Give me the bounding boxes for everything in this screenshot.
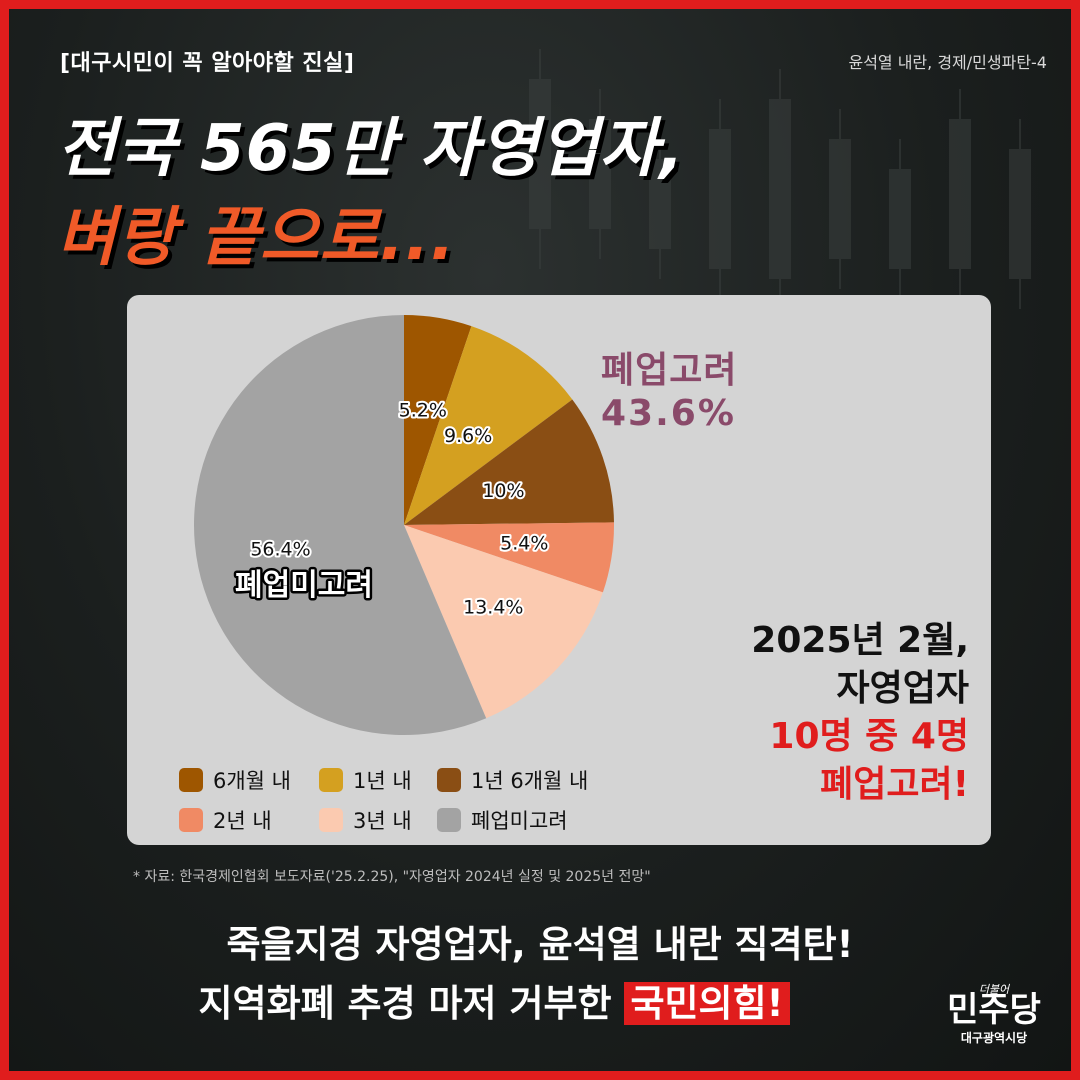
pie-data-label: 56.4% — [250, 539, 310, 561]
legend-swatch — [319, 768, 343, 792]
pie-data-label: 13.4% — [463, 596, 523, 618]
callout-value: 43.6% — [601, 393, 736, 434]
summary-line-2: 자영업자 — [836, 668, 969, 709]
pie-data-label: 9.6% — [444, 425, 492, 447]
pie-data-label: 5.2% — [399, 400, 447, 422]
legend-label: 1년 6개월 내 — [471, 769, 589, 793]
legend-label: 3년 내 — [353, 809, 412, 833]
legend-swatch — [179, 808, 203, 832]
summary-line-1: 2025년 2월, — [751, 620, 969, 661]
legend-swatch — [179, 768, 203, 792]
party-highlight: 국민의힘! — [624, 982, 790, 1025]
logo-sub-text: 대구광역시당 — [960, 1031, 1028, 1045]
legend-item: 3년 내 — [319, 805, 412, 835]
legend-label: 6개월 내 — [213, 769, 291, 793]
legend-item: 1년 내 — [319, 765, 412, 795]
legend-item: 폐업미고려 — [437, 805, 568, 835]
poster-frame: [대구시민이 꼭 알아야할 진실] 윤석열 내란, 경제/민생파탄-4 전국 5… — [9, 9, 1071, 1071]
legend-item: 1년 6개월 내 — [437, 765, 588, 795]
headline-line-1: 전국 565만 자영업자, — [57, 112, 685, 186]
series-tag: [대구시민이 꼭 알아야할 진실] — [60, 51, 355, 76]
legend-swatch — [319, 808, 343, 832]
summary-box: 2025년 2월, 자영업자 10명 중 4명 폐업고려! — [751, 617, 969, 809]
legend-swatch — [437, 808, 461, 832]
summary-line-3: 10명 중 4명 — [769, 716, 969, 757]
summary-line-4: 폐업고려! — [820, 764, 969, 805]
callout-title: 폐업고려 — [601, 350, 738, 391]
legend-swatch — [437, 768, 461, 792]
pie-big-label: 폐업미고려 — [235, 568, 373, 603]
series-subtitle: 윤석열 내란, 경제/민생파탄-4 — [848, 53, 1047, 72]
footer-line-2-prefix: 지역화폐 추경 마저 거부한 — [198, 982, 625, 1025]
pie-data-label: 10% — [482, 480, 524, 502]
headline-line-2: 벼랑 끝으로... — [57, 201, 456, 275]
pie-data-label: 5.4% — [500, 533, 548, 555]
legend-label: 2년 내 — [213, 809, 272, 833]
source-note: * 자료: 한국경제인협회 보도자료('25.2.25), "자영업자 2024… — [133, 869, 651, 885]
chart-panel: 5.2% 9.6% 10% 5.4% 13.4% 56.4% 폐업미고려 폐업고려 43.6… — [127, 295, 991, 845]
footer-line-1: 죽을지경 자영업자, 윤석열 내란 직격탄! — [226, 923, 854, 966]
legend-item: 6개월 내 — [179, 765, 291, 795]
legend-label: 1년 내 — [353, 769, 412, 793]
legend-item: 2년 내 — [179, 805, 272, 835]
logo-main-text: 민주당 — [947, 990, 1041, 1030]
party-logo: 더불어 민주당 대구광역시당 — [939, 981, 1049, 1046]
legend-label: 폐업미고려 — [471, 809, 568, 833]
footer-line-2: 지역화폐 추경 마저 거부한 국민의힘! — [9, 973, 1071, 1027]
